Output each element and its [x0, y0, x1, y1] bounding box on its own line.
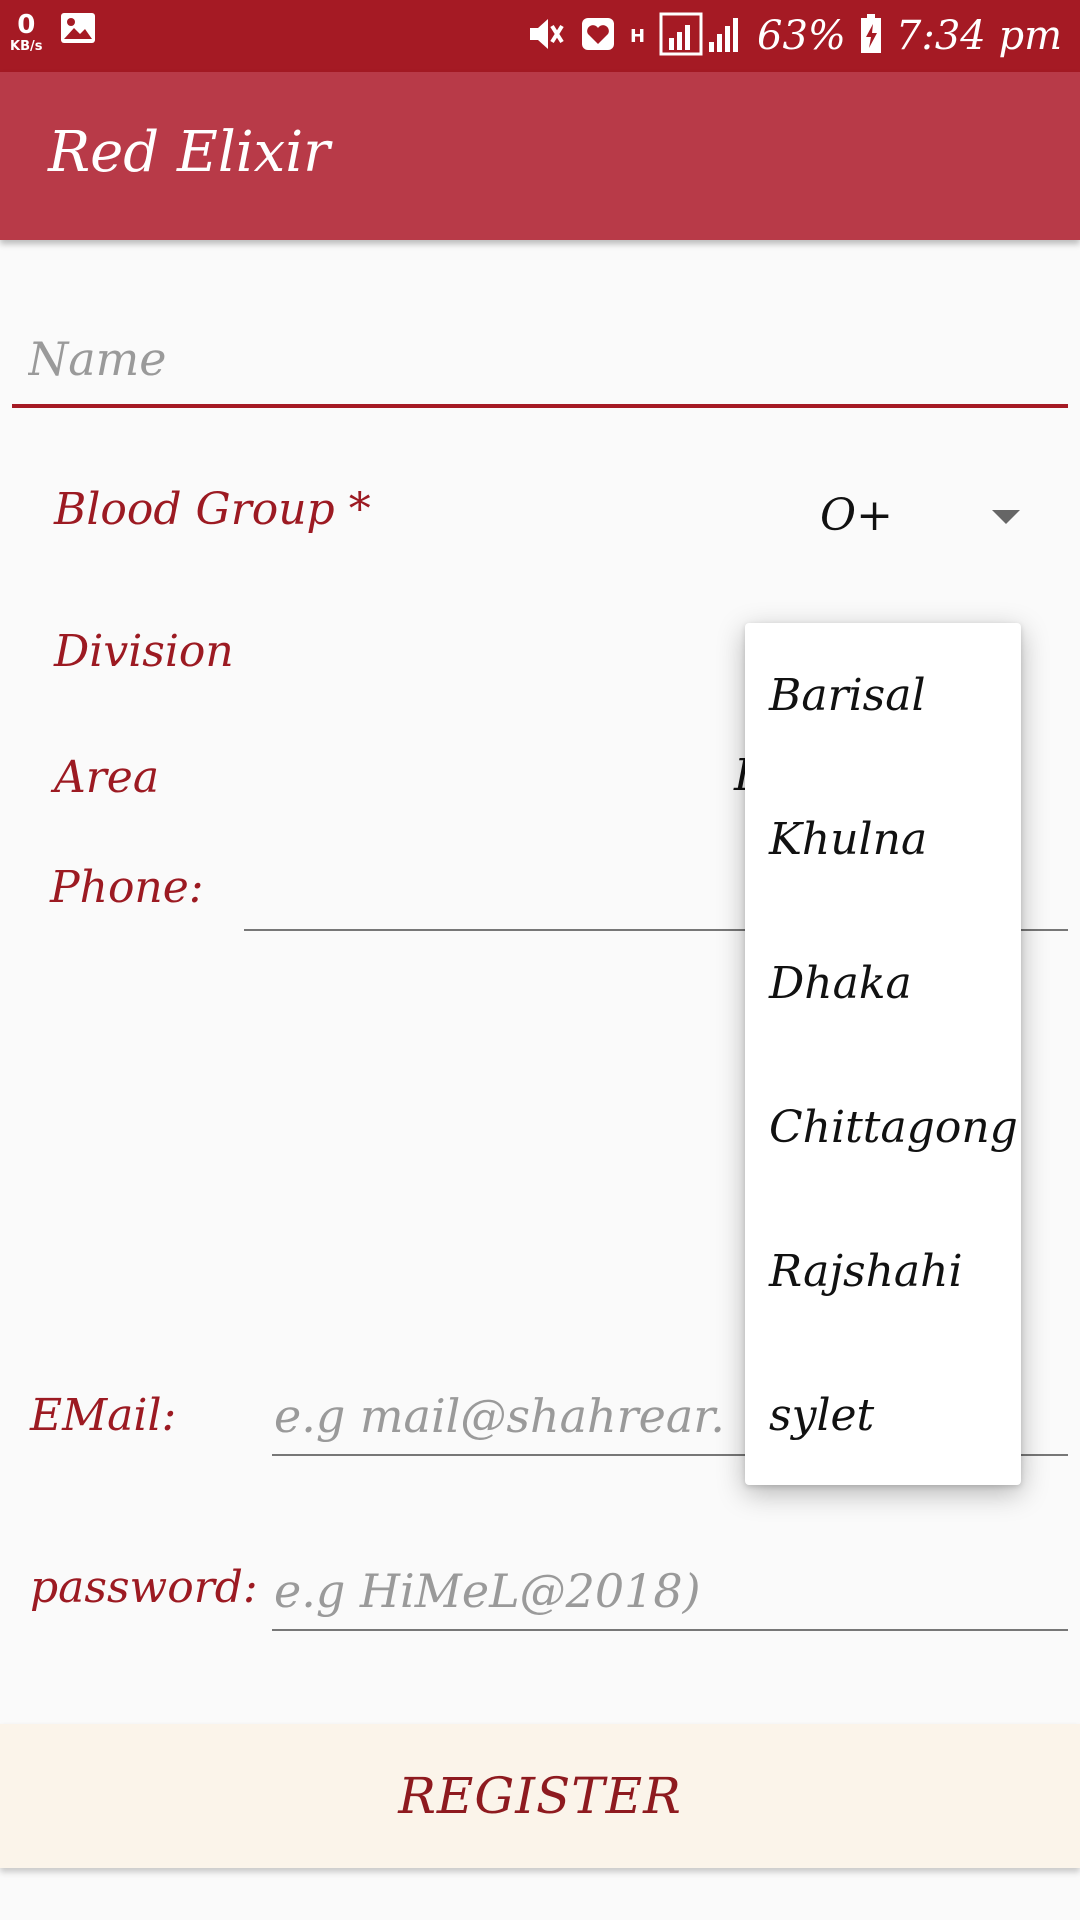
dropdown-option-dhaka[interactable]: Dhaka	[745, 911, 1021, 1055]
name-input[interactable]	[26, 328, 1030, 390]
mute-icon	[526, 14, 566, 58]
heart-app-icon	[580, 16, 616, 56]
dropdown-option-barisal[interactable]: Barisal	[745, 623, 1021, 767]
dropdown-option-sylet[interactable]: sylet	[745, 1343, 1021, 1487]
status-bar: 0 KB/s H 63% 7:34 pm	[0, 0, 1080, 72]
password-input[interactable]	[272, 1555, 1066, 1627]
signal-icon	[659, 12, 743, 60]
division-label: Division	[54, 626, 234, 677]
app-title: Red Elixir	[48, 120, 330, 185]
network-type: H	[629, 25, 646, 47]
chevron-down-icon	[990, 508, 1022, 530]
name-field[interactable]	[12, 320, 1068, 408]
register-button[interactable]: REGISTER	[0, 1724, 1080, 1868]
blood-group-label: Blood Group *	[54, 484, 371, 535]
blood-group-value: O+	[820, 490, 893, 541]
app-bar: Red Elixir	[0, 72, 1080, 240]
phone-label: Phone:	[50, 862, 204, 913]
division-dropdown-menu: Barisal Khulna Dhaka Chittagong Rajshahi…	[745, 623, 1021, 1485]
network-speed-value: 0	[17, 10, 36, 40]
network-speed-unit: KB/s	[10, 39, 43, 54]
dropdown-option-chittagong[interactable]: Chittagong	[745, 1055, 1021, 1199]
dropdown-option-khulna[interactable]: Khulna	[745, 767, 1021, 911]
email-label: EMail:	[30, 1390, 177, 1441]
blood-group-spinner[interactable]: O+	[800, 470, 1040, 560]
image-icon	[60, 12, 96, 48]
battery-percent: 63%	[757, 13, 846, 59]
password-label: password:	[30, 1562, 258, 1613]
battery-charging-icon	[860, 14, 882, 58]
password-underline	[272, 1629, 1068, 1631]
dropdown-option-rajshahi[interactable]: Rajshahi	[745, 1199, 1021, 1343]
network-speed: 0 KB/s	[10, 12, 42, 53]
clock: 7:34 pm	[895, 13, 1062, 59]
area-label: Area	[54, 752, 160, 803]
